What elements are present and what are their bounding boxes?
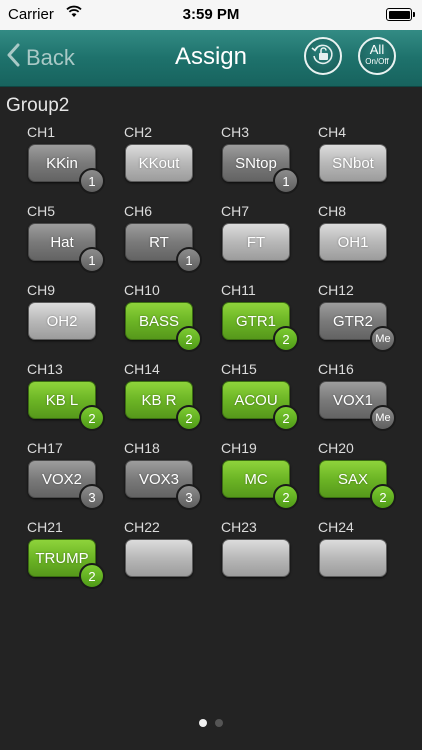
channel-name: VOX1 <box>332 391 374 409</box>
channel-cell: CH11 GTR1 2 <box>221 282 311 352</box>
channel-label: CH24 <box>318 519 354 535</box>
channel-label: CH8 <box>318 203 347 219</box>
channel-name: OH1 <box>337 233 369 251</box>
channel-name: GTR1 <box>235 312 276 330</box>
channel-name: KB R <box>141 391 177 409</box>
page-dot[interactable] <box>199 719 207 727</box>
group-badge: Me <box>370 405 396 431</box>
channel-name: OH2 <box>46 312 78 330</box>
channel-button[interactable] <box>125 539 193 577</box>
channel-name: SAX <box>337 470 368 488</box>
channel-button[interactable]: FT <box>222 223 290 261</box>
channel-name: SNtop <box>235 154 277 172</box>
channel-button[interactable]: KKout <box>125 144 193 182</box>
channel-cell: CH21 TRUMP 2 <box>27 519 117 589</box>
channel-label: CH13 <box>27 361 63 377</box>
channel-cell: CH17 VOX2 3 <box>27 440 117 510</box>
channel-button[interactable] <box>319 539 387 577</box>
channel-label: CH2 <box>124 124 153 140</box>
channel-name: VOX3 <box>138 470 180 488</box>
channel-label: CH14 <box>124 361 160 377</box>
channel-cell: CH10 BASS 2 <box>124 282 214 352</box>
channel-cell: CH3 SNtop 1 <box>221 124 311 194</box>
channel-label: CH6 <box>124 203 153 219</box>
page-indicator <box>0 719 422 727</box>
group-badge: 2 <box>273 405 299 431</box>
channel-cell: CH23 <box>221 519 311 589</box>
channel-name: Hat <box>50 233 74 251</box>
channel-name: FT <box>246 233 266 251</box>
channel-label: CH18 <box>124 440 160 456</box>
channel-cell: CH15 ACOU 2 <box>221 361 311 431</box>
channel-label: CH20 <box>318 440 354 456</box>
channel-cell: CH19 MC 2 <box>221 440 311 510</box>
channel-label: CH7 <box>221 203 250 219</box>
channel-cell: CH16 VOX1 Me <box>318 361 408 431</box>
group-badge: Me <box>370 326 396 352</box>
channel-label: CH23 <box>221 519 257 535</box>
page-dot[interactable] <box>215 719 223 727</box>
group-badge: 1 <box>273 168 299 194</box>
group-badge: 1 <box>79 247 105 273</box>
channel-name: SNbot <box>332 154 374 172</box>
channel-cell: CH8 OH1 <box>318 203 408 273</box>
channel-cell: CH2 KKout <box>124 124 214 194</box>
channel-name: KB L <box>45 391 79 409</box>
channel-label: CH17 <box>27 440 63 456</box>
channel-name: KKout <box>138 154 180 172</box>
channel-label: CH19 <box>221 440 257 456</box>
channel-label: CH10 <box>124 282 160 298</box>
channel-name: KKin <box>46 154 78 172</box>
channel-button[interactable] <box>222 539 290 577</box>
channel-cell: CH18 VOX3 3 <box>124 440 214 510</box>
channel-cell: CH14 KB R2 <box>124 361 214 431</box>
channel-cell: CH12 GTR2 Me <box>318 282 408 352</box>
group-badge: 3 <box>176 484 202 510</box>
channel-name: VOX2 <box>41 470 83 488</box>
channel-label: CH3 <box>221 124 250 140</box>
channel-label: CH11 <box>221 282 256 298</box>
channel-cell: CH4 SNbot <box>318 124 408 194</box>
channel-name: BASS <box>138 312 180 330</box>
channel-button[interactable]: SNbot <box>319 144 387 182</box>
channel-cell: CH13 KB L2 <box>27 361 117 431</box>
channel-label: CH5 <box>27 203 56 219</box>
channel-cell: CH9 OH2 <box>27 282 117 352</box>
channel-label: CH12 <box>318 282 354 298</box>
channel-label: CH4 <box>318 124 347 140</box>
group-badge: 1 <box>79 168 105 194</box>
channel-label: CH22 <box>124 519 160 535</box>
channel-cell: CH20 SAX 2 <box>318 440 408 510</box>
channel-label: CH16 <box>318 361 354 377</box>
group-badge: 2 <box>176 326 202 352</box>
channel-name: MC <box>244 470 268 488</box>
channel-cell: CH24 <box>318 519 408 589</box>
group-badge: 2 <box>79 563 105 589</box>
channel-button[interactable]: OH1 <box>319 223 387 261</box>
group-badge: 3 <box>79 484 105 510</box>
channel-label: CH15 <box>221 361 257 377</box>
group-badge: 2 <box>370 484 396 510</box>
group-badge: 2 <box>273 484 299 510</box>
channel-cell: CH5 Hat 1 <box>27 203 117 273</box>
group-badge: 2 <box>273 326 299 352</box>
group-badge: 1 <box>176 247 202 273</box>
channel-cell: CH7 FT <box>221 203 311 273</box>
group-badge: 2 <box>176 405 202 431</box>
channel-cell: CH6 RT 1 <box>124 203 214 273</box>
channel-name: GTR2 <box>332 312 373 330</box>
channel-label: CH21 <box>27 519 63 535</box>
channel-name: TRUMP <box>35 549 89 567</box>
channel-cell: CH1 KKin 1 <box>27 124 117 194</box>
channel-name: ACOU <box>234 391 278 409</box>
channel-grid: CH1 KKin 1 CH2 KKout CH3 SNtop 1 CH4 SNbot CH5 Hat 1… <box>0 0 422 750</box>
channel-label: CH1 <box>27 124 56 140</box>
channel-button[interactable]: OH2 <box>28 302 96 340</box>
channel-label: CH9 <box>27 282 56 298</box>
channel-name: RT <box>149 233 169 251</box>
channel-cell: CH22 <box>124 519 214 589</box>
group-badge: 2 <box>79 405 105 431</box>
